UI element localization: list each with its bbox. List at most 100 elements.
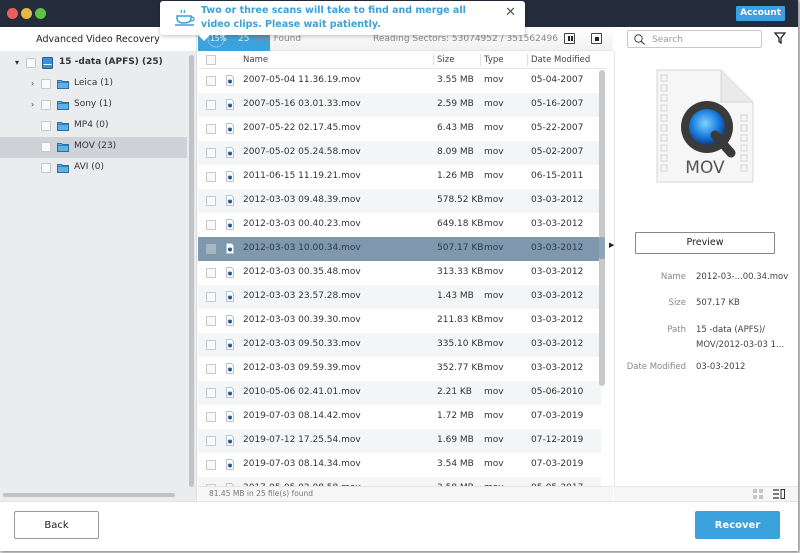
- table-row[interactable]: 2012-03-03 00.40.23.mov 649.18 KB mov 03-03…: [198, 213, 601, 237]
- table-row[interactable]: 2012-03-03 09.50.33.mov 335.10 KB mov 03-03…: [198, 333, 601, 357]
- tree-checkbox[interactable]: [41, 163, 51, 173]
- row-checkbox[interactable]: [206, 172, 216, 182]
- table-row[interactable]: 2012-03-03 00.39.30.mov 211.83 KB mov 03-03…: [198, 309, 601, 333]
- table-row[interactable]: 2007-05-02 05.24.58.mov 8.09 MB mov 05-02-2…: [198, 141, 601, 165]
- close-icon[interactable]: ✕: [505, 6, 516, 19]
- cell-date: 03-03-2012: [531, 315, 584, 325]
- table-row[interactable]: 2012-03-03 00.35.48.mov 313.33 KB mov 03-03…: [198, 261, 601, 285]
- column-divider[interactable]: [480, 54, 481, 66]
- column-header-name[interactable]: Name: [243, 55, 268, 65]
- chevron-right-icon[interactable]: ›: [31, 100, 39, 109]
- tree-checkbox[interactable]: [26, 58, 36, 68]
- row-checkbox[interactable]: [206, 268, 216, 278]
- toast-pointer: [198, 35, 210, 41]
- table-row[interactable]: 2007-05-04 11.36.19.mov 3.55 MB mov 05-04-2…: [198, 69, 601, 93]
- tree-checkbox[interactable]: [41, 121, 51, 131]
- column-header-size[interactable]: Size: [437, 55, 454, 65]
- cell-name: 2012-03-03 00.40.23.mov: [243, 219, 361, 229]
- select-all-checkbox[interactable]: [206, 55, 216, 65]
- table-scroll-thumb[interactable]: [599, 237, 605, 259]
- tree-item-avi[interactable]: AVI (0): [0, 158, 187, 179]
- folder-tree-panel: Advanced Video Recovery ▾ 15 -data (APFS…: [0, 27, 197, 501]
- row-checkbox[interactable]: [206, 364, 216, 374]
- chevron-down-icon[interactable]: ▾: [15, 58, 23, 67]
- search-icon: [634, 34, 645, 45]
- table-row[interactable]: 2010-05-06 02.41.01.mov 2.21 KB mov 05-06-2…: [198, 381, 601, 405]
- table-row[interactable]: 2007-05-22 02.17.45.mov 6.43 MB mov 05-22-2…: [198, 117, 601, 141]
- cell-size: 313.33 KB: [437, 267, 484, 277]
- row-checkbox[interactable]: [206, 460, 216, 470]
- column-divider[interactable]: [433, 54, 434, 66]
- cell-date: 07-12-2019: [531, 435, 584, 445]
- search-box[interactable]: [627, 30, 762, 48]
- tree-item-mp4[interactable]: MP4 (0): [0, 116, 187, 137]
- tree-item-mov[interactable]: MOV (23): [0, 137, 187, 158]
- cell-name: 2019-07-03 08.14.42.mov: [243, 411, 361, 421]
- table-row[interactable]: 2019-07-03 08.14.42.mov 1.72 MB mov 07-03-2…: [198, 405, 601, 429]
- row-checkbox[interactable]: [206, 316, 216, 326]
- row-checkbox[interactable]: [206, 388, 216, 398]
- row-checkbox[interactable]: [206, 292, 216, 302]
- tree-vertical-scrollbar[interactable]: [189, 55, 194, 487]
- pause-scan-button[interactable]: [564, 33, 575, 44]
- row-checkbox[interactable]: [206, 100, 216, 110]
- mov-file-icon: [226, 123, 234, 134]
- table-row[interactable]: 2019-07-03 08.14.34.mov 3.54 MB mov 07-03-2…: [198, 453, 601, 477]
- cell-name: 2010-05-06 02.41.01.mov: [243, 387, 361, 397]
- filter-icon[interactable]: [774, 32, 786, 44]
- row-checkbox[interactable]: [206, 340, 216, 350]
- mov-file-icon: [226, 147, 234, 158]
- row-checkbox[interactable]: [206, 124, 216, 134]
- cell-date: 05-16-2007: [531, 99, 584, 109]
- grid-view-icon[interactable]: [753, 489, 763, 499]
- back-button[interactable]: Back: [14, 511, 99, 539]
- table-vertical-scrollbar[interactable]: [599, 70, 605, 386]
- column-header-type[interactable]: Type: [484, 55, 504, 65]
- table-row[interactable]: 2011-06-15 11.19.21.mov 1.26 MB mov 06-15-2…: [198, 165, 601, 189]
- list-view-icon[interactable]: [773, 489, 785, 499]
- cell-size: 8.09 MB: [437, 147, 474, 157]
- cell-size: 3.55 MB: [437, 75, 474, 85]
- tree-checkbox[interactable]: [41, 142, 51, 152]
- close-window-button[interactable]: [7, 8, 18, 19]
- app-window: Account Two or three scans will take to …: [0, 0, 798, 551]
- table-row[interactable]: 2012-03-03 23.57.28.mov 1.43 MB mov 03-03-2…: [198, 285, 601, 309]
- cell-date: 07-03-2019: [531, 411, 584, 421]
- row-checkbox[interactable]: [206, 196, 216, 206]
- zoom-window-button[interactable]: [35, 8, 46, 19]
- cell-name: 2012-03-03 23.57.28.mov: [243, 291, 361, 301]
- tree-label: MP4 (0): [74, 120, 109, 130]
- table-row[interactable]: 2012-03-03 09.48.39.mov 578.52 KB mov 03-03…: [198, 189, 601, 213]
- tree-item-root-drive[interactable]: ▾ 15 -data (APFS) (25): [0, 53, 187, 74]
- row-checkbox[interactable]: [206, 244, 216, 254]
- table-row[interactable]: 2012-03-03 09.59.39.mov 352.77 KB mov 03-03…: [198, 357, 601, 381]
- search-input[interactable]: [652, 33, 757, 46]
- table-row[interactable]: 2019-07-12 17.25.54.mov 1.69 MB mov 07-12-2…: [198, 429, 601, 453]
- recover-button[interactable]: Recover: [695, 511, 780, 539]
- coffee-cup-icon: [175, 9, 195, 26]
- row-checkbox[interactable]: [206, 412, 216, 422]
- cell-type: mov: [484, 243, 504, 253]
- row-checkbox[interactable]: [206, 148, 216, 158]
- row-checkbox[interactable]: [206, 76, 216, 86]
- tree-checkbox[interactable]: [41, 79, 51, 89]
- account-button[interactable]: Account: [736, 6, 785, 21]
- table-row[interactable]: 2012-03-03 10.00.34.mov 507.17 KB mov 03-03…: [198, 237, 601, 261]
- tree-item-sony[interactable]: › Sony (1): [0, 95, 187, 116]
- detail-value-path-line2: MOV/2012-03-03 1...: [696, 340, 785, 350]
- tree-item-leica[interactable]: › Leica (1): [0, 74, 187, 95]
- chevron-right-icon[interactable]: ›: [31, 79, 39, 88]
- row-checkbox[interactable]: [206, 220, 216, 230]
- table-row[interactable]: 2007-05-16 03.01.33.mov 2.59 MB mov 05-16-2…: [198, 93, 601, 117]
- tree-horizontal-scrollbar[interactable]: [3, 493, 175, 497]
- column-divider[interactable]: [527, 54, 528, 66]
- minimize-window-button[interactable]: [21, 8, 32, 19]
- preview-button[interactable]: Preview: [635, 232, 775, 254]
- table-row[interactable]: 2017-05-05 02.08.58.mov3.58 MBmov05-05-2…: [198, 477, 601, 486]
- row-checkbox[interactable]: [206, 436, 216, 446]
- tree-checkbox[interactable]: [41, 100, 51, 110]
- cell-date: 07-03-2019: [531, 459, 584, 469]
- stop-scan-button[interactable]: [591, 33, 602, 44]
- column-header-date[interactable]: Date Modified: [531, 55, 590, 65]
- cell-size: 335.10 KB: [437, 339, 484, 349]
